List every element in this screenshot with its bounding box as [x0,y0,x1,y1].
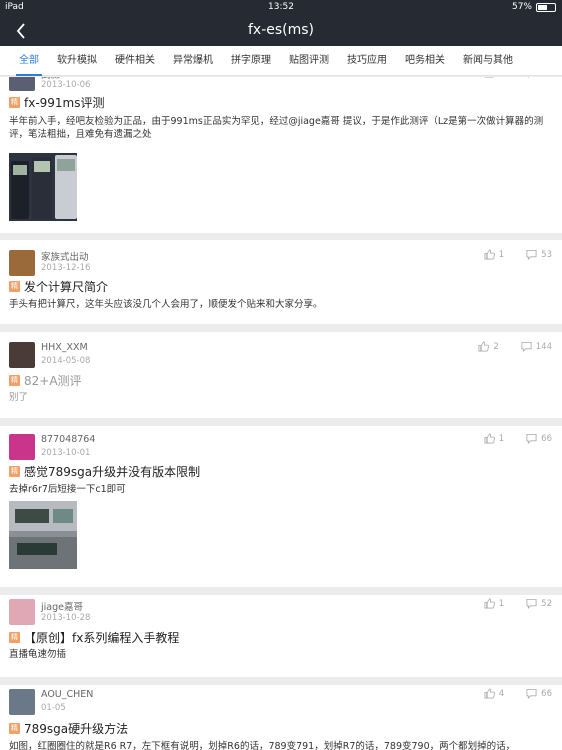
featured-badge: 精 [9,723,20,734]
like-count: 2 [493,341,499,352]
battery-status: 57% [512,2,556,12]
post-date: 2013-10-06 [41,80,91,90]
like-icon [484,249,495,260]
like-count: 2 [499,77,504,78]
post-excerpt: 手头有把计算尺，这年头应该没几个人会用了，顺便发个贴来和大家分享。 [9,299,323,310]
comment-count: 66 [541,433,552,444]
post-item[interactable]: 877048764 2013-10-01 1 66 精 感觉789sga升级并没… [0,426,562,587]
post-excerpt: 半年前入手，经吧友检验为正品，由于991ms正品实为罕见，经过@jiage嘉哥 … [9,116,544,140]
avatar[interactable] [9,434,35,460]
comment-icon [528,77,530,78]
post-author[interactable]: 家族式出动 [41,249,89,263]
tab-hardware[interactable]: 硬件相关 [106,46,164,76]
nav-bar: fx-es(ms) [0,16,562,46]
featured-badge: 精 [9,281,20,292]
like-count: 1 [498,598,505,609]
post-title-text: 【原创】fx系列编程入手教程 [24,631,180,645]
post-excerpt: 如图，红圈圈住的就是R6 R7，左下框有说明，划掉R6的话，789变791，划掉… [9,741,516,750]
post-author[interactable]: AOU_CHEN [41,689,93,700]
post-title[interactable]: 精 发个计算尺简介 [9,278,108,295]
battery-percent: 57% [511,2,532,12]
post-image-calculators[interactable] [9,153,77,221]
post-excerpt: 别了 [9,392,29,403]
post-stats: 1 66 [484,433,552,444]
status-bar: iPad 13:52 57% [0,0,562,16]
tab-tips[interactable]: 技巧应用 [338,46,396,76]
featured-badge: 精 [9,632,20,643]
category-tabs: 全部 软升模拟 硬件相关 异常爆机 拼字原理 贴图评测 技巧应用 吧务相关 新闻… [0,46,562,76]
avatar[interactable] [9,250,35,276]
page-title: fx-es(ms) [247,22,315,38]
like-count: 4 [498,688,505,699]
post-item[interactable]: 武霖 2013-10-06 2 60 精 fx-991ms评测 半年前入手，经吧… [0,77,562,233]
comment-icon [526,688,537,699]
tab-forum-affairs[interactable]: 吧务相关 [396,46,454,76]
post-item[interactable]: HHX_XXM 2014-05-08 2 144 精 82+A测评 别了 [0,332,562,418]
post-title[interactable]: 精 感觉789sga升级并没有版本限制 [9,463,200,480]
featured-badge: 精 [9,375,20,386]
comment-icon [526,598,537,609]
post-image-circuit-board[interactable] [9,501,77,569]
avatar[interactable] [9,599,35,625]
comment-count: 53 [541,249,552,260]
featured-badge: 精 [9,466,20,477]
post-item[interactable]: jiage嘉哥 2013-10-28 1 52 精 【原创】fx系列编程入手教程… [0,595,562,677]
tab-news-other[interactable]: 新闻与其他 [454,46,522,76]
like-icon [484,688,495,699]
tab-reviews[interactable]: 贴图评测 [280,46,338,76]
post-excerpt: 去掉r6r7后短接一下c1即可 [9,484,126,495]
tab-software-upgrade[interactable]: 软升模拟 [48,46,106,76]
comment-count: 60 [541,77,552,78]
post-title[interactable]: 精 82+A测评 [9,372,82,389]
post-date: 2014-05-08 [41,356,91,366]
post-item[interactable]: 家族式出动 2013-12-16 1 53 精 发个计算尺简介 手头有把计算尺，… [0,240,562,324]
post-stats: 4 66 [484,688,552,699]
post-item[interactable]: AOU_CHEN 01-05 4 66 精 789sga硬升级方法 如图，红圈圈… [0,685,562,750]
post-stats: 1 52 [484,598,552,609]
post-title[interactable]: 精 【原创】fx系列编程入手教程 [9,629,179,646]
like-icon [484,77,494,78]
like-icon [478,341,490,352]
like-count: 1 [498,249,505,260]
comment-icon [526,433,537,444]
comment-icon [521,341,532,352]
post-author[interactable]: HHX_XXM [41,342,88,353]
clock: 13:52 [268,2,294,12]
like-icon [484,433,495,444]
post-title-text: fx-991ms评测 [24,96,105,110]
post-title-text: 82+A测评 [24,374,82,388]
avatar[interactable] [9,77,35,91]
post-date: 2013-10-28 [41,613,91,623]
post-stats: 1 53 [484,249,552,260]
tab-anomaly[interactable]: 异常爆机 [164,46,222,76]
tab-spelling-principle[interactable]: 拼字原理 [222,46,280,76]
comment-count: 52 [541,598,552,609]
post-title[interactable]: 精 fx-991ms评测 [9,94,105,111]
avatar[interactable] [9,342,35,368]
post-date: 2013-10-01 [41,448,91,458]
post-date: 2013-12-16 [41,263,91,273]
tab-all[interactable]: 全部 [10,46,48,76]
battery-icon [536,2,556,12]
post-title-text: 感觉789sga升级并没有版本限制 [24,465,201,479]
like-count: 1 [498,433,505,444]
post-title-text: 发个计算尺简介 [24,280,109,294]
avatar[interactable] [9,689,35,715]
like-icon [484,598,495,609]
post-author[interactable]: jiage嘉哥 [41,599,83,613]
comment-icon [526,249,537,260]
post-stats: 2 144 [478,341,552,352]
post-title[interactable]: 精 789sga硬升级方法 [9,720,128,737]
post-author[interactable]: 877048764 [41,434,95,445]
post-date: 01-05 [41,703,66,713]
comment-count: 144 [535,341,552,352]
comment-count: 66 [541,688,552,699]
post-title-text: 789sga硬升级方法 [24,722,129,736]
post-excerpt: 直播龟速勿插 [9,649,67,660]
post-feed: 武霖 2013-10-06 2 60 精 fx-991ms评测 半年前入手，经吧… [0,77,562,750]
featured-badge: 精 [9,97,20,108]
post-stats: 2 60 [484,77,552,78]
